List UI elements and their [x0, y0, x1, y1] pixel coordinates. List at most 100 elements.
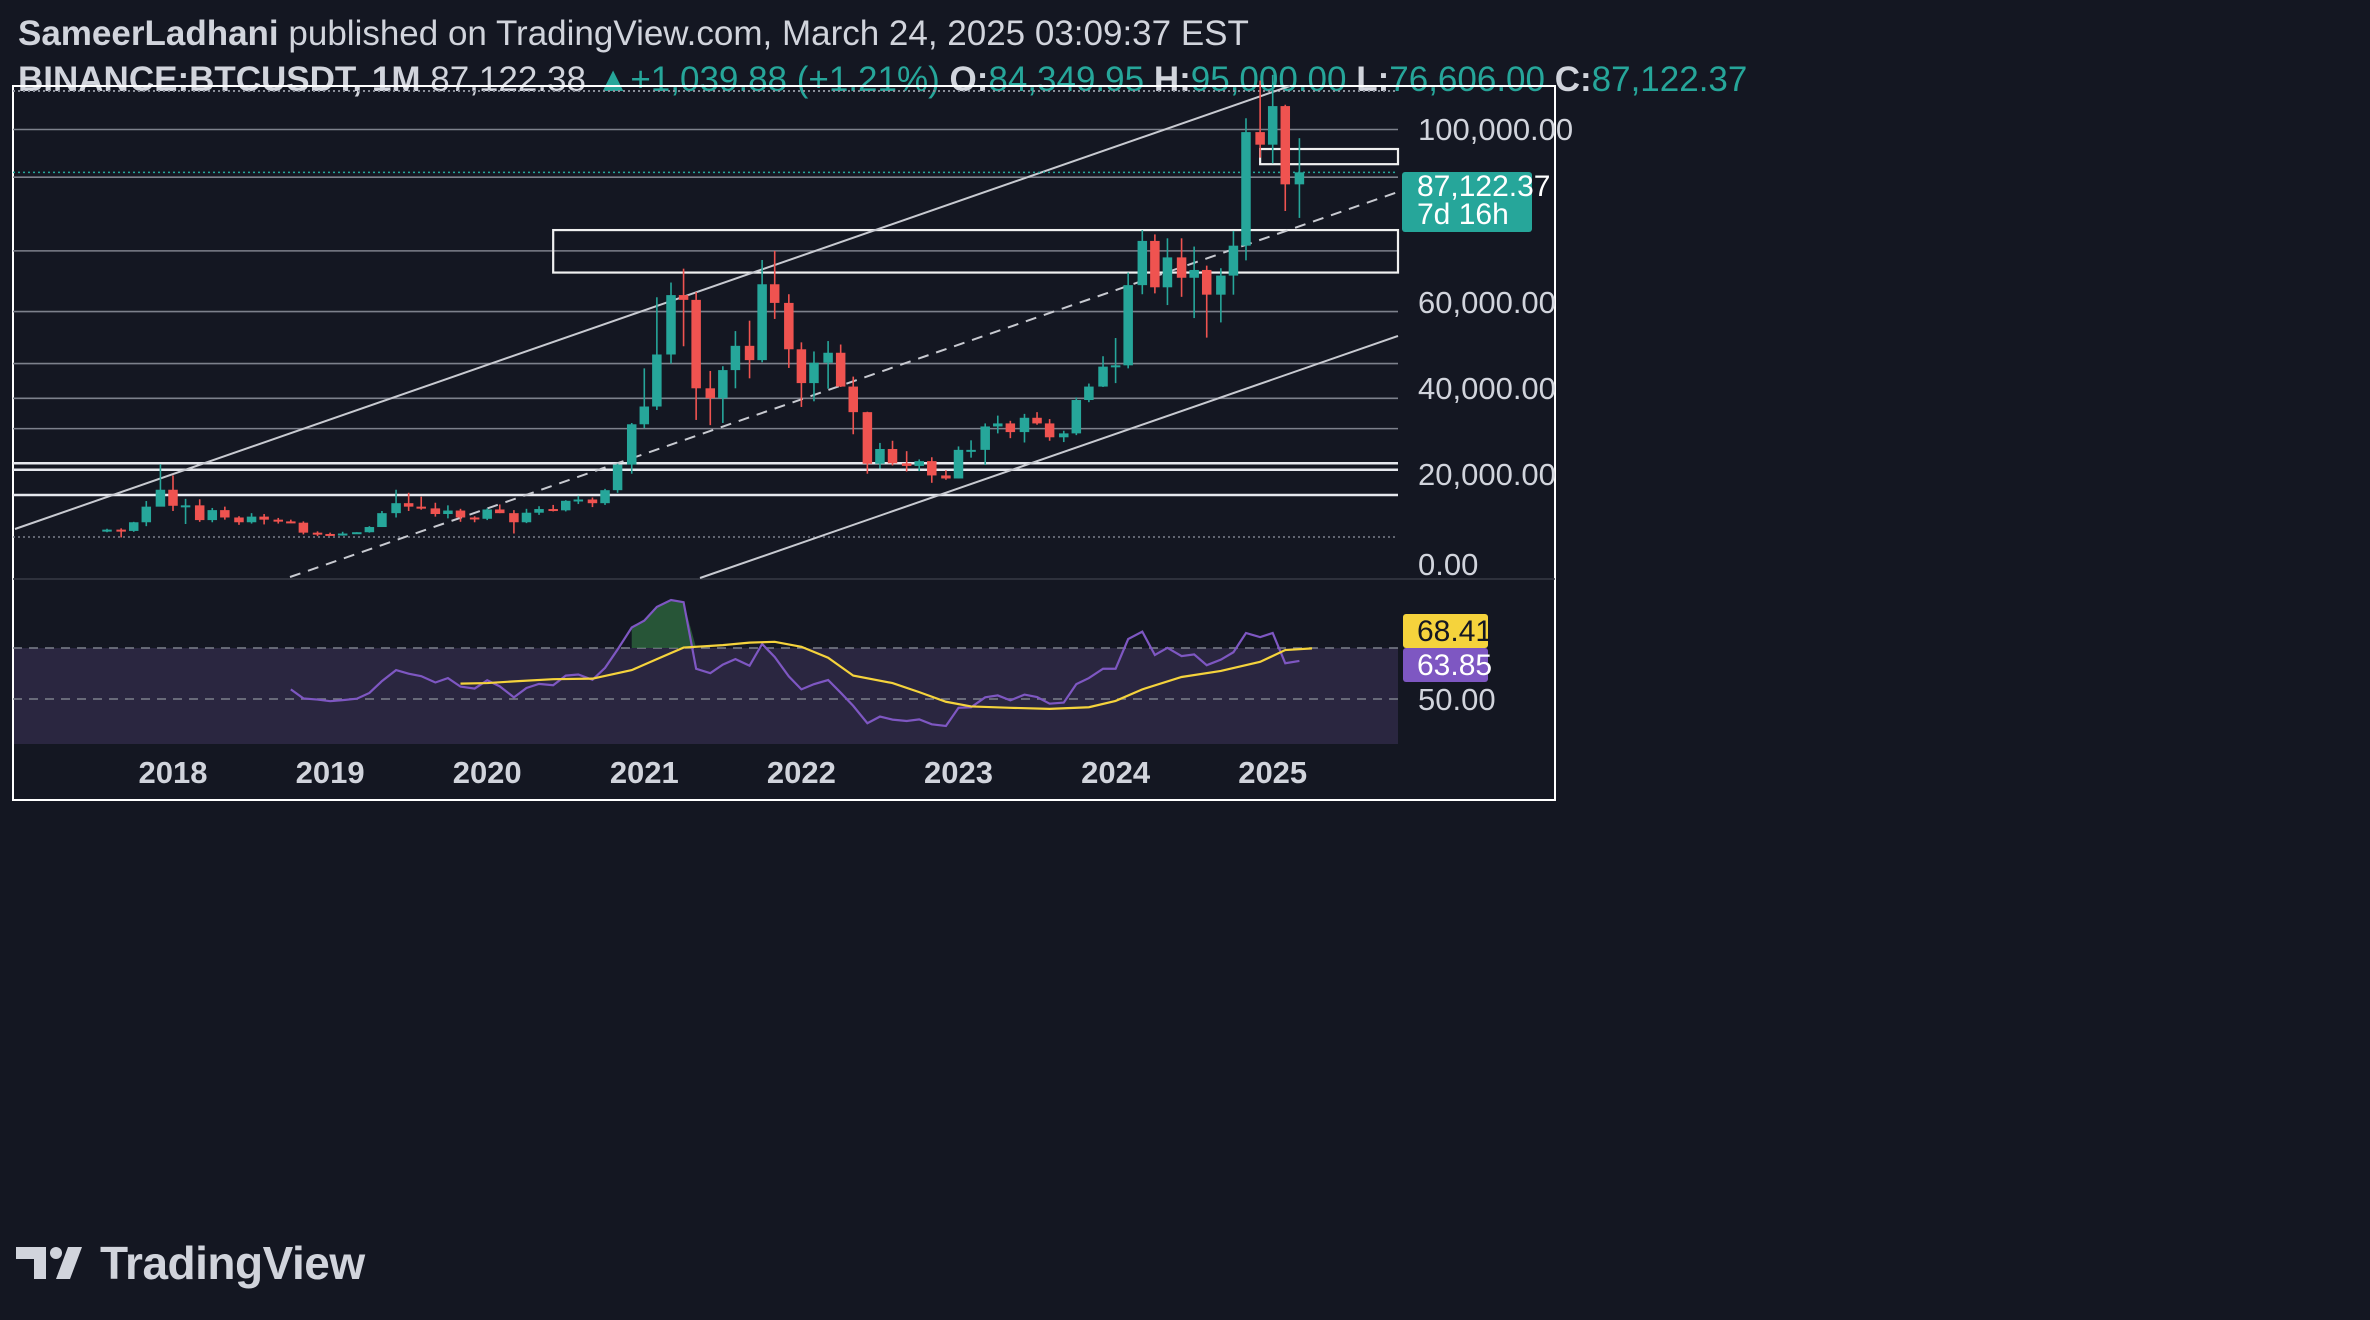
candle-body — [612, 464, 623, 491]
candle-body — [1241, 132, 1251, 246]
candle-body — [495, 509, 505, 514]
candle-body — [1137, 240, 1148, 286]
price-axis-label: 0.00 — [1418, 547, 1478, 582]
candle-body — [587, 499, 598, 504]
candle-body — [128, 522, 139, 531]
candle-body — [298, 522, 309, 533]
price-axis-label: 60,000.00 — [1418, 285, 1556, 320]
candle-body — [1267, 106, 1278, 145]
candle-body — [325, 533, 335, 536]
rsi-tag-value: 63.85 — [1417, 649, 1492, 682]
candle-body — [966, 449, 976, 452]
candle-body — [116, 529, 126, 532]
candle-body — [730, 345, 741, 371]
candle-body — [1294, 172, 1305, 185]
candle-body — [377, 513, 387, 528]
brand-name: TradingView — [100, 1237, 365, 1289]
candle-body — [141, 506, 152, 523]
candle-body — [521, 512, 532, 523]
candle-body — [482, 509, 492, 519]
candle-body — [809, 362, 819, 384]
candle-body — [835, 352, 846, 387]
rsi-axis-label: 50.00 — [1418, 682, 1496, 717]
candle-body — [718, 370, 728, 399]
candle-body — [1032, 417, 1042, 424]
time-axis-label: 2018 — [139, 755, 208, 790]
candle-body — [364, 527, 375, 533]
candle-body — [705, 388, 716, 399]
candle-body — [1123, 285, 1133, 366]
candle-body — [691, 299, 701, 389]
rsi-pane[interactable] — [13, 598, 1398, 744]
candle-body — [744, 345, 755, 361]
candle-body — [509, 513, 519, 523]
tradingview-logo-icon — [16, 1247, 82, 1279]
price-axis-label: 20,000.00 — [1418, 457, 1556, 492]
candle-body — [246, 516, 257, 523]
candle-body — [1110, 365, 1121, 368]
candle-body — [1280, 106, 1291, 185]
candle-body — [1162, 257, 1173, 288]
candle-body — [416, 506, 426, 509]
candle-body — [155, 489, 166, 507]
price-axis-label: 100,000.00 — [1418, 112, 1573, 147]
candle-body — [194, 505, 205, 521]
candle-body — [548, 509, 558, 512]
candle-body — [901, 463, 912, 466]
candle-body — [757, 284, 767, 361]
candle-body — [796, 349, 807, 384]
time-axis-label: 2022 — [767, 755, 836, 790]
candle-body — [875, 448, 885, 464]
candle-body — [259, 516, 269, 520]
time-axis-label: 2023 — [924, 755, 993, 790]
candle-body — [1216, 275, 1226, 295]
candle-body — [102, 529, 112, 532]
candle-body — [914, 461, 924, 466]
candle-body — [941, 475, 951, 479]
candle-body — [1019, 417, 1030, 433]
candle-body — [678, 295, 689, 300]
candle-body — [273, 519, 284, 522]
candle-body — [652, 354, 662, 407]
candle-body — [1071, 400, 1082, 434]
tradingview-logo[interactable]: TradingView — [16, 1236, 365, 1290]
candle-body — [1150, 240, 1160, 288]
price-axis-label: 40,000.00 — [1418, 371, 1556, 406]
candle-body — [430, 508, 441, 515]
candle-body — [823, 352, 833, 363]
price-tag-countdown: 7d 16h — [1417, 198, 1509, 231]
candle-body — [1176, 257, 1187, 278]
candle-body — [1084, 386, 1094, 401]
candle-body — [168, 489, 178, 506]
candle-body — [469, 517, 480, 520]
candle-body — [455, 510, 466, 518]
candle-body — [1005, 423, 1016, 433]
candle-body — [403, 503, 414, 507]
candle-body — [443, 510, 453, 515]
candle-body — [561, 500, 571, 511]
time-axis-label: 2020 — [453, 755, 522, 790]
candle-body — [639, 406, 650, 425]
candle-body — [1044, 423, 1055, 438]
time-axis-label: 2025 — [1238, 755, 1307, 790]
candle-body — [784, 302, 794, 350]
candle-body — [352, 532, 362, 535]
candle-body — [391, 503, 401, 514]
candle-body — [312, 532, 323, 535]
rsi-overbought-fill — [631, 600, 697, 648]
rsi-band — [14, 648, 1398, 744]
candle-body — [1098, 366, 1108, 387]
candle-body — [337, 533, 348, 536]
candle-body — [1228, 245, 1239, 276]
candle-body — [1189, 269, 1199, 278]
candle-body — [1059, 433, 1069, 438]
candle-body — [666, 295, 676, 355]
candle-body — [180, 505, 191, 508]
candle-body — [220, 510, 230, 518]
candle-body — [769, 284, 780, 303]
rsi-ma-tag-value: 68.41 — [1417, 615, 1492, 648]
candle-body — [286, 521, 296, 524]
candle-body — [980, 426, 990, 450]
price-chart[interactable]: 100,000.00 60,000.00 40,000.00 20,000.00 0.0… — [0, 0, 2370, 1320]
candle-body — [234, 517, 244, 523]
